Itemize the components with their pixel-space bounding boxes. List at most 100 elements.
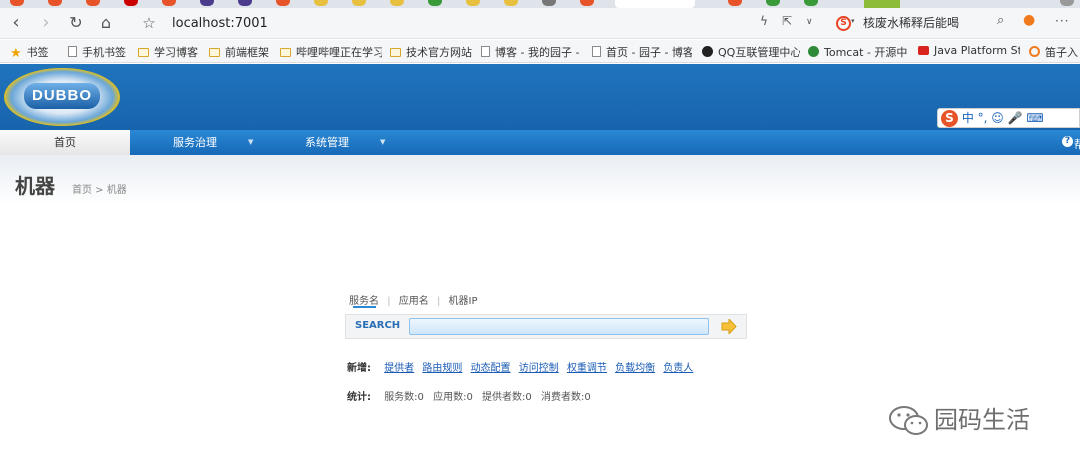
tab-favicon[interactable] [390, 0, 404, 6]
bookmark-item[interactable]: Java Platform Sta [918, 44, 1020, 57]
folder-icon [390, 48, 401, 57]
refresh-icon[interactable]: ↻ [64, 11, 88, 35]
ime-controls[interactable]: 中 °, ☺ 🎤 ⌨ [962, 111, 1044, 125]
add-access-link[interactable]: 访问控制 [519, 363, 559, 374]
bookmark-label: 手机书签 [82, 46, 126, 59]
bookmark-label: QQ互联管理中心 [718, 46, 800, 59]
tab-favicon[interactable] [580, 0, 594, 6]
address-bar: ‹ › ↻ ⌂ ☆ localhost:7001 ϟ ⇱ ∨ S ▾ 核废水稀释后… [0, 8, 1080, 39]
add-row: 新增: 提供者 路由规则 动态配置 访问控制 权重调节 负载均衡 负责人 [347, 359, 698, 374]
dropdown-arrow-icon[interactable]: ▼ [380, 130, 385, 155]
bookmark-item[interactable]: 首页 - 园子 - 博客 [592, 44, 692, 60]
browser-tab-strip[interactable] [0, 0, 1080, 8]
tab-favicon[interactable] [276, 0, 290, 6]
main-menu: 首页 服务治理 ▼ 系统管理 ▼ [0, 130, 1080, 155]
bookmark-label: 前端框架 [225, 46, 269, 59]
search-icon[interactable]: ⌕ [997, 13, 1004, 28]
watermark: 园码生活 [888, 400, 1030, 438]
menu-home[interactable]: 首页 [0, 130, 130, 155]
bookmark-item[interactable]: 前端框架 [209, 44, 269, 60]
news-suggestion[interactable]: 核废水稀释后能喝 [863, 14, 959, 31]
caret-down-icon: ▾ [851, 17, 855, 25]
active-tab-indicator [353, 306, 376, 308]
bookmark-item[interactable]: 学习博客 [138, 44, 198, 60]
breadcrumb[interactable]: 首页 > 机器 [72, 181, 127, 196]
bookmark-label: 笛子入 [1045, 46, 1078, 59]
bookmark-item[interactable]: 哔哩哔哩正在学习 [280, 44, 382, 60]
sogou-ime-icon: S [941, 110, 958, 127]
tab-favicon[interactable] [864, 0, 900, 8]
tab-favicon[interactable] [10, 0, 24, 6]
tab-favicon[interactable] [48, 0, 62, 6]
folder-icon [280, 48, 291, 57]
s-icon [1029, 46, 1040, 57]
logo-text: DUBBO [32, 87, 92, 104]
tab-favicon[interactable] [162, 0, 176, 6]
tab-app-name[interactable]: 应用名 [399, 296, 429, 307]
help-link[interactable]: 帮 [1074, 136, 1080, 152]
page-icon [481, 46, 490, 57]
bookmark-item[interactable]: 手机书签 [68, 44, 126, 60]
title-band [0, 155, 1080, 205]
url-field[interactable]: localhost:7001 [172, 16, 268, 31]
back-icon[interactable]: ‹ [4, 11, 28, 35]
search-engine-selector[interactable]: S ▾ [836, 14, 855, 31]
tab-favicon[interactable] [766, 0, 780, 6]
add-route-link[interactable]: 路由规则 [422, 363, 462, 374]
tab-favicon[interactable] [314, 0, 328, 6]
java-icon [918, 46, 929, 55]
add-label: 新增: [347, 363, 371, 374]
bookmark-item[interactable]: Tomcat - 开源中国 [808, 44, 908, 60]
tab-favicon[interactable] [728, 0, 742, 6]
tab-favicon[interactable] [124, 0, 138, 6]
page-icon [592, 46, 601, 57]
tab-favicon[interactable] [504, 0, 518, 6]
add-owner-link[interactable]: 负责人 [663, 363, 693, 374]
bookmark-item[interactable]: 技术官方网站 [390, 44, 472, 60]
stats-label: 统计: [347, 392, 371, 403]
tab-favicon[interactable] [466, 0, 480, 6]
forward-icon[interactable]: › [34, 11, 58, 35]
add-loadbalance-link[interactable]: 负载均衡 [615, 363, 655, 374]
tab-separator: | [436, 296, 441, 307]
dubbo-logo[interactable]: DUBBO [4, 68, 120, 126]
app-count: 应用数:0 [433, 392, 473, 403]
tab-favicon[interactable] [428, 0, 442, 6]
ime-toolbar[interactable]: S 中 °, ☺ 🎤 ⌨ [937, 108, 1080, 128]
watermark-text: 园码生活 [934, 406, 1030, 434]
dropdown-arrow-icon[interactable]: ▼ [248, 130, 253, 155]
bookmark-star-icon[interactable]: ☆ [137, 11, 161, 35]
help-icon[interactable]: ? [1062, 136, 1073, 147]
provider-count: 提供者数:0 [482, 392, 532, 403]
game-controller-icon[interactable]: ● [1023, 12, 1035, 28]
home-icon[interactable]: ⌂ [94, 11, 118, 35]
tab-favicon[interactable] [542, 0, 556, 6]
qq-icon [702, 46, 713, 57]
search-input[interactable] [409, 318, 709, 335]
folder-icon [209, 48, 220, 57]
bookmark-item[interactable]: 笛子入 [1029, 44, 1080, 60]
tab-favicon[interactable] [200, 0, 214, 6]
search-arrow-icon[interactable] [721, 319, 737, 334]
bookmark-item[interactable]: ★ 书签 [10, 44, 49, 61]
bookmark-label: 博客 - 我的园子 - [495, 46, 580, 59]
chevron-down-icon[interactable]: ∨ [806, 17, 813, 27]
add-provider-link[interactable]: 提供者 [384, 363, 414, 374]
more-menu-icon[interactable]: ··· [1055, 14, 1069, 28]
menu-service-governance[interactable]: 服务治理 [130, 130, 260, 155]
bookmark-item[interactable]: QQ互联管理中心 [702, 44, 800, 60]
share-icon[interactable]: ⇱ [782, 14, 792, 28]
tab-favicon[interactable] [804, 0, 818, 6]
tab-favicon[interactable] [352, 0, 366, 6]
tab-favicon[interactable] [86, 0, 100, 6]
active-tab[interactable] [615, 0, 695, 8]
bookmark-item[interactable]: 博客 - 我的园子 - [481, 44, 583, 60]
tab-favicon[interactable] [238, 0, 252, 6]
tab-machine-ip[interactable]: 机器IP [449, 296, 478, 307]
add-weight-link[interactable]: 权重调节 [567, 363, 607, 374]
add-config-link[interactable]: 动态配置 [471, 363, 511, 374]
bookmark-label: 技术官方网站 [406, 46, 472, 59]
lightning-icon[interactable]: ϟ [760, 14, 768, 28]
menu-system-admin[interactable]: 系统管理 [262, 130, 392, 155]
tab-favicon[interactable] [1060, 0, 1074, 6]
